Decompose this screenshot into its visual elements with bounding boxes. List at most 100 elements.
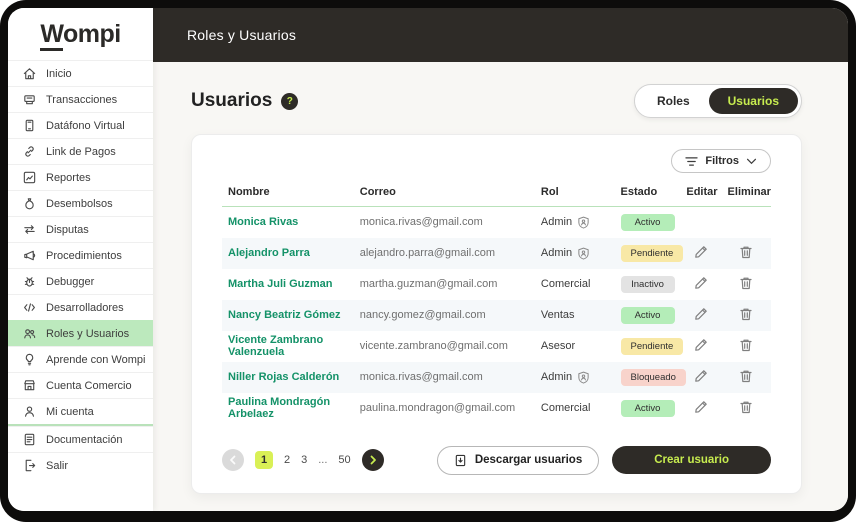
disputes-icon [24, 225, 35, 234]
top-bar: Roles y Usuarios [153, 8, 848, 62]
user-name[interactable]: Monica Rivas [228, 216, 298, 228]
pagination-page[interactable]: 50 [338, 454, 350, 466]
delete-button[interactable] [737, 398, 755, 419]
edit-button[interactable] [692, 398, 710, 419]
sidebar-item-desarrolladores[interactable]: Desarrolladores [8, 294, 153, 320]
col-header-rol: Rol [534, 177, 615, 207]
download-users-button[interactable]: Descargar usuarios [436, 445, 600, 475]
table-row: Alejandro Parra alejandro.parra@gmail.co… [222, 237, 771, 269]
user-name[interactable]: Paulina Mondragón Arbelaez [228, 396, 330, 420]
filter-icon [685, 156, 699, 166]
sidebar-item-link-de-pagos[interactable]: Link de Pagos [8, 138, 153, 164]
admin-shield-icon [578, 216, 589, 229]
pencil-icon [695, 400, 707, 413]
pagination-next-button[interactable] [361, 449, 384, 471]
user-role: Ventas [540, 309, 575, 321]
status-badge: Activo [620, 306, 675, 324]
table-row: Monica Rivas monica.rivas@gmail.com Admi… [222, 207, 771, 238]
user-role: Admin [540, 371, 573, 383]
sidebar-item-aprende-con-wompi[interactable]: Aprende con Wompi [8, 346, 153, 372]
user-name[interactable]: Niller Rojas Calderón [228, 371, 339, 383]
reports-icon [23, 171, 36, 184]
col-header-estado: Estado [614, 177, 681, 207]
window-frame: Wompi Inicio Transacciones Datáfono Virt… [0, 0, 856, 522]
download-file-icon [455, 454, 466, 466]
user-role: Admin [540, 247, 573, 259]
sidebar-item-desembolsos[interactable]: Desembolsos [8, 190, 153, 216]
trash-icon [740, 277, 752, 289]
user-email: nancy.gomez@gmail.com [359, 309, 486, 321]
app-window: Wompi Inicio Transacciones Datáfono Virt… [8, 8, 848, 511]
sidebar-item-datafono-virtual[interactable]: Datáfono Virtual [8, 112, 153, 138]
pencil-icon [695, 276, 707, 289]
debugger-icon [24, 277, 35, 287]
user-name[interactable]: Martha Juli Guzman [228, 278, 333, 290]
create-user-button[interactable]: Crear usuario [612, 446, 771, 474]
edit-button[interactable] [692, 243, 710, 264]
pencil-icon [695, 369, 707, 382]
col-header-editar: Editar [680, 177, 722, 207]
sidebar-item-salir[interactable]: Salir [8, 452, 153, 478]
users-card: Filtros Nombre Correo Rol Estado Editar … [191, 134, 802, 494]
status-badge: Bloqueado [620, 368, 686, 386]
sidebar-item-reportes[interactable]: Reportes [8, 164, 153, 190]
edit-button[interactable] [692, 367, 710, 388]
sidebar-item-debugger[interactable]: Debugger [8, 268, 153, 294]
disbursements-icon [25, 198, 34, 210]
transactions-icon [24, 95, 35, 105]
help-icon[interactable]: ? [281, 92, 299, 110]
page-title: Usuarios [191, 90, 273, 111]
sidebar-item-mi-cuenta[interactable]: Mi cuenta [8, 398, 153, 424]
admin-shield-icon [578, 371, 589, 384]
sidebar: Wompi Inicio Transacciones Datáfono Virt… [8, 8, 153, 511]
delete-button[interactable] [737, 305, 755, 326]
trash-icon [740, 308, 752, 320]
status-badge: Pendiente [620, 244, 684, 262]
user-name[interactable]: Vicente Zambrano Valenzuela [228, 334, 323, 358]
top-bar-title: Roles y Usuarios [187, 27, 297, 43]
pencil-icon [695, 338, 707, 351]
delete-button[interactable] [737, 274, 755, 295]
table-row: Paulina Mondragón Arbelaez paulina.mondr… [222, 393, 771, 424]
sidebar-item-transacciones[interactable]: Transacciones [8, 86, 153, 112]
toggle-usuarios[interactable]: Usuarios [708, 88, 798, 114]
lightbulb-icon [25, 353, 34, 366]
sidebar-item-disputas[interactable]: Disputas [8, 216, 153, 242]
sidebar-item-procedimientos[interactable]: Procedimientos [8, 242, 153, 268]
pagination-page[interactable]: 1 [255, 451, 273, 469]
delete-button[interactable] [737, 243, 755, 264]
delete-button[interactable] [737, 336, 755, 357]
sidebar-item-documentacion[interactable]: Documentación [8, 426, 153, 452]
pagination-prev-button[interactable] [222, 449, 244, 471]
table-row: Martha Juli Guzman martha.guzman@gmail.c… [222, 269, 771, 300]
toggle-roles[interactable]: Roles [638, 88, 709, 114]
user-role: Comercial [540, 278, 591, 290]
home-icon [23, 68, 36, 80]
status-badge: Activo [620, 213, 675, 231]
sidebar-item-roles-y-usuarios[interactable]: Roles y Usuarios [8, 320, 153, 346]
pagination-page[interactable]: 2 [284, 454, 290, 466]
sidebar-item-cuenta-comercio[interactable]: Cuenta Comercio [8, 372, 153, 398]
edit-button[interactable] [692, 336, 710, 357]
store-icon [24, 380, 35, 391]
chevron-left-icon [230, 455, 236, 465]
edit-button[interactable] [692, 274, 710, 295]
pagination-page[interactable]: 3 [301, 454, 307, 466]
user-role: Admin [540, 216, 573, 229]
user-name[interactable]: Nancy Beatriz Gómez [228, 309, 340, 321]
user-role: Comercial [540, 402, 591, 414]
table-row: Vicente Zambrano Valenzuela vicente.zamb… [222, 331, 771, 362]
col-header-eliminar: Eliminar [721, 177, 771, 207]
logo-w: W [40, 19, 63, 51]
user-email: alejandro.parra@gmail.com [359, 247, 496, 259]
delete-button[interactable] [737, 367, 755, 388]
sidebar-item-inicio[interactable]: Inicio [8, 60, 153, 86]
edit-button[interactable] [692, 305, 710, 326]
filters-button[interactable]: Filtros [671, 149, 771, 173]
col-header-nombre: Nombre [222, 177, 354, 207]
user-name[interactable]: Alejandro Parra [228, 247, 310, 259]
chevron-right-icon [370, 455, 376, 465]
trash-icon [740, 401, 752, 413]
wompi-logo[interactable]: Wompi [8, 8, 153, 60]
user-email: martha.guzman@gmail.com [359, 278, 498, 290]
